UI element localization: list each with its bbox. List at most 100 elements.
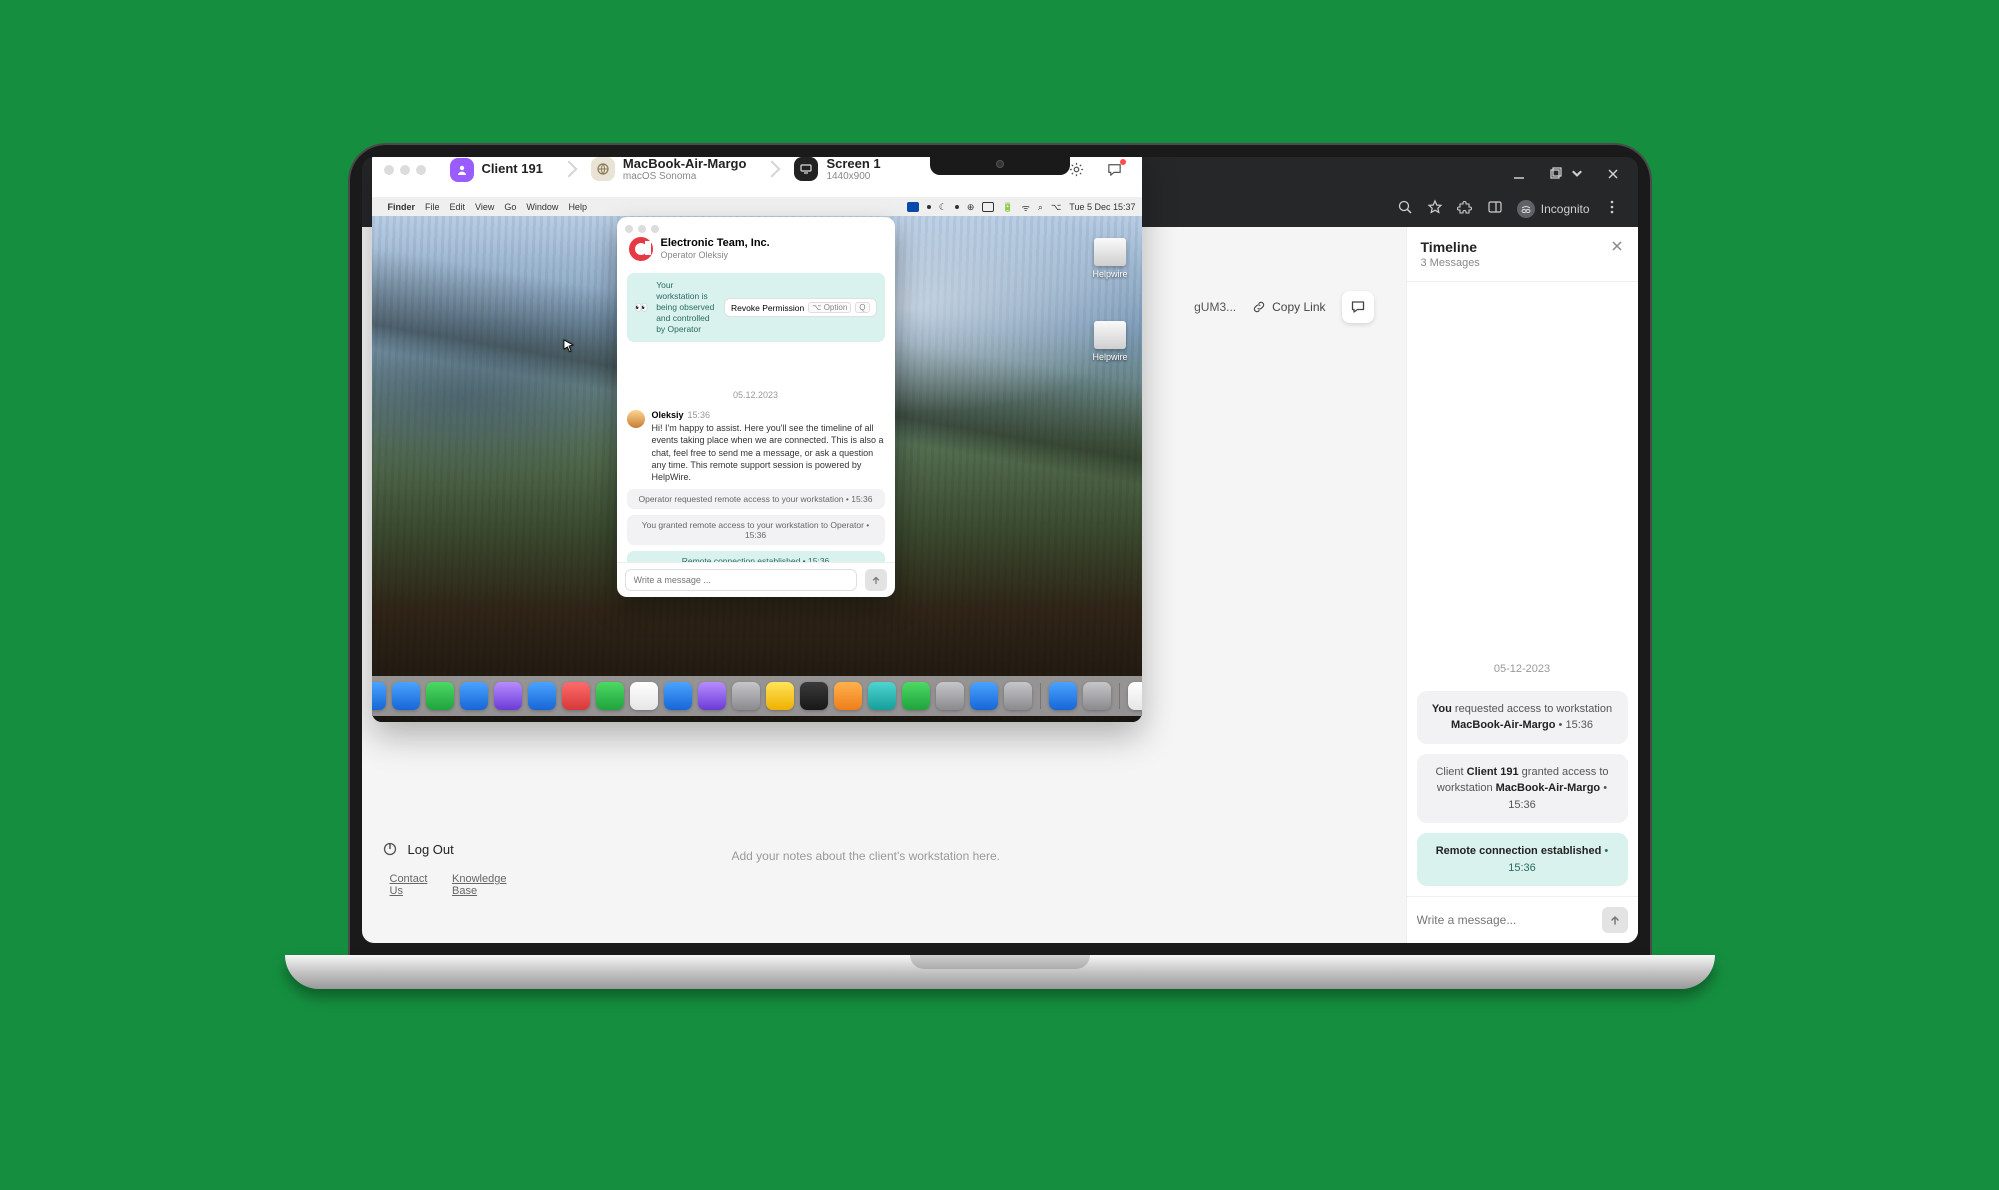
notes-placeholder[interactable]: Add your notes about the client's workst… xyxy=(732,849,1000,863)
breadcrumb-client[interactable]: Client 191 xyxy=(444,157,549,186)
eye-icon: 👀 xyxy=(635,301,649,314)
dock-app[interactable] xyxy=(800,682,828,710)
operator-name: Operator Oleksiy xyxy=(661,250,770,261)
menubar-item[interactable]: Go xyxy=(504,202,516,212)
window-minimize-icon[interactable] xyxy=(1512,167,1526,186)
status-icon[interactable]: 🔋 xyxy=(1002,202,1013,213)
kb-link[interactable]: Knowledge Base xyxy=(452,873,520,897)
breadcrumb-device[interactable]: MacBook-Air-MargomacOS Sonoma xyxy=(557,157,753,186)
power-icon xyxy=(382,841,398,857)
dock-separator xyxy=(1119,683,1120,709)
dock-app[interactable] xyxy=(664,682,692,710)
timeline-close-button[interactable] xyxy=(1610,239,1624,258)
dock-app[interactable] xyxy=(834,682,862,710)
timeline-panel: Timeline 3 Messages 05-12-2023 You reque… xyxy=(1406,227,1638,943)
client-send-button[interactable] xyxy=(865,569,887,591)
mac-traffic-lights[interactable] xyxy=(384,165,426,175)
dock-app[interactable] xyxy=(732,682,760,710)
desktop-icon-label: Helpwire xyxy=(1092,269,1127,279)
search-icon[interactable]: ⌕ xyxy=(1038,202,1043,213)
menubar-item[interactable]: Help xyxy=(568,202,587,212)
dock-app[interactable] xyxy=(936,682,964,710)
remote-viewport[interactable]: Finder File Edit View Go Window Help ☾ xyxy=(372,198,1142,722)
incognito-indicator[interactable]: Incognito xyxy=(1517,200,1590,218)
remote-cursor-icon xyxy=(562,338,576,357)
status-icon[interactable]: ⊕ xyxy=(967,202,975,213)
gear-icon xyxy=(1068,161,1085,178)
timeline-message-input[interactable] xyxy=(1417,913,1594,927)
status-icon[interactable] xyxy=(907,202,919,212)
dock-app[interactable] xyxy=(426,682,454,710)
menubar-item[interactable]: Window xyxy=(526,202,558,212)
mac-traffic-lights[interactable] xyxy=(625,225,659,233)
logout-label: Log Out xyxy=(408,842,454,857)
dock-app[interactable] xyxy=(1128,682,1142,710)
search-icon[interactable] xyxy=(1397,199,1413,218)
avatar xyxy=(627,410,645,428)
timeline-send-button[interactable] xyxy=(1602,907,1628,933)
wifi-icon[interactable]: ᯤ xyxy=(1022,201,1030,214)
dock-app[interactable] xyxy=(460,682,488,710)
speech-bubble-icon xyxy=(1350,299,1366,315)
dock-app[interactable] xyxy=(562,682,590,710)
window-chevron-icon[interactable] xyxy=(1570,167,1584,186)
breadcrumb-device-title: MacBook-Air-Margo xyxy=(623,157,747,171)
dock-separator xyxy=(1040,683,1041,709)
status-icon[interactable] xyxy=(955,205,959,209)
dock-app[interactable] xyxy=(902,682,930,710)
dock-app[interactable] xyxy=(528,682,556,710)
message-author: Oleksiy xyxy=(652,410,684,420)
window-restore-icon[interactable] xyxy=(1548,167,1562,186)
control-center-icon[interactable]: ⌥ xyxy=(1051,202,1061,213)
status-icon[interactable]: ☾ xyxy=(939,202,947,213)
revoke-label: Revoke Permission xyxy=(731,303,804,313)
system-event: Remote connection established • 15:36 xyxy=(627,551,885,562)
kbd-shortcut: Q xyxy=(855,302,869,313)
desktop-icon[interactable]: Helpwire xyxy=(1092,321,1127,362)
incognito-icon xyxy=(1517,200,1535,218)
user-avatar-icon xyxy=(450,158,474,182)
device-globe-icon xyxy=(591,157,615,181)
timeline-event: Client Client 191 granted access to work… xyxy=(1417,754,1628,824)
copy-link-button[interactable]: Copy Link xyxy=(1252,300,1325,314)
dock-app[interactable] xyxy=(392,682,420,710)
dock-app[interactable] xyxy=(698,682,726,710)
timeline-event: Remote connection established • 15:36 xyxy=(1417,833,1628,886)
dock-app[interactable] xyxy=(970,682,998,710)
breadcrumb-screen[interactable]: Screen 11440x900 xyxy=(760,157,886,186)
dock-app[interactable] xyxy=(766,682,794,710)
breadcrumb-client-label: Client 191 xyxy=(482,162,543,176)
sidepanel-icon[interactable] xyxy=(1487,199,1503,218)
kbd-shortcut: ⌥ Option xyxy=(808,302,851,313)
observation-notice: 👀 Your workstation is being observed and… xyxy=(627,273,885,342)
status-icon[interactable] xyxy=(927,205,931,209)
open-timeline-button[interactable] xyxy=(1342,291,1374,323)
dock-app[interactable] xyxy=(1004,682,1032,710)
menubar-clock[interactable]: Tue 5 Dec 15:37 xyxy=(1069,202,1135,212)
drive-icon xyxy=(1094,321,1126,349)
window-close-icon[interactable] xyxy=(1606,167,1620,186)
client-message-input[interactable] xyxy=(625,569,857,591)
dock-app[interactable] xyxy=(494,682,522,710)
dock-app[interactable] xyxy=(596,682,624,710)
dock-app[interactable] xyxy=(1049,682,1077,710)
desktop-icon[interactable]: Helpwire xyxy=(1092,238,1127,279)
observation-text: Your workstation is being observed and c… xyxy=(656,280,716,335)
dock-app[interactable] xyxy=(1083,682,1111,710)
menubar-item[interactable]: File xyxy=(425,202,440,212)
dock-app[interactable] xyxy=(630,682,658,710)
remote-chat-button[interactable] xyxy=(1100,157,1130,185)
menubar-item[interactable]: Edit xyxy=(450,202,466,212)
dock-app[interactable] xyxy=(868,682,896,710)
logout-button[interactable]: Log Out xyxy=(372,831,538,867)
extension-puzzle-icon[interactable] xyxy=(1457,199,1473,218)
menu-dots-icon[interactable] xyxy=(1604,199,1620,218)
chat-message: Oleksiy15:36 Hi! I'm happy to assist. He… xyxy=(627,410,885,483)
revoke-permission-button[interactable]: Revoke Permission ⌥ Option Q xyxy=(724,298,876,317)
menubar-app[interactable]: Finder xyxy=(388,202,416,212)
status-icon[interactable] xyxy=(982,202,994,212)
menubar-item[interactable]: View xyxy=(475,202,494,212)
bookmark-star-icon[interactable] xyxy=(1427,199,1443,218)
dock-app[interactable] xyxy=(372,682,386,710)
contact-link[interactable]: Contact Us xyxy=(390,873,435,897)
